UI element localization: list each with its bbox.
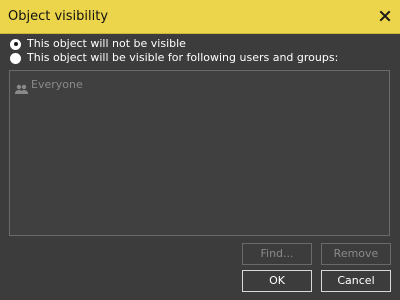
list-item[interactable]: Everyone [15, 78, 83, 94]
remove-button[interactable]: Remove [321, 243, 391, 265]
cancel-button[interactable]: Cancel [321, 270, 391, 292]
radio-not-visible[interactable]: This object will not be visible [10, 37, 186, 51]
radio-label-visible-for: This object will be visible for followin… [27, 51, 339, 64]
users-groups-list[interactable]: Everyone [9, 70, 390, 236]
group-icon [15, 80, 28, 94]
ok-button[interactable]: OK [242, 270, 312, 292]
close-icon[interactable] [376, 7, 394, 25]
find-button[interactable]: Find... [242, 243, 312, 265]
radio-label-not-visible: This object will not be visible [27, 37, 186, 50]
radio-visible-for[interactable]: This object will be visible for followin… [10, 51, 338, 65]
object-visibility-dialog: Object visibility This object will not b… [0, 0, 400, 300]
dialog-title: Object visibility [8, 9, 109, 24]
radio-button-visible-for[interactable] [10, 52, 21, 64]
radio-button-not-visible[interactable] [10, 38, 21, 50]
title-bar: Object visibility [0, 0, 400, 34]
list-item-label: Everyone [31, 78, 83, 91]
